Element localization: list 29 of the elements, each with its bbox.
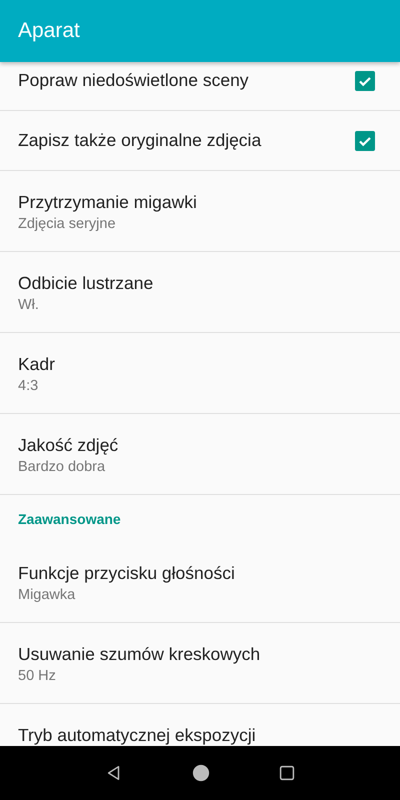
setting-summary: Wł. bbox=[18, 297, 40, 313]
category-header: Zaawansowane bbox=[18, 510, 121, 526]
home-icon[interactable] bbox=[192, 764, 210, 782]
recents-icon[interactable] bbox=[279, 765, 296, 781]
setting-title: Jakość zdjęć bbox=[18, 435, 120, 456]
preference-setting[interactable]: Kadr 4:3 bbox=[0, 333, 400, 414]
setting-summary: 50 Hz bbox=[18, 668, 57, 684]
setting-title: Przytrzymanie migawki bbox=[18, 192, 198, 213]
setting-title: Odbicie lustrzane bbox=[18, 273, 154, 294]
preference-setting[interactable]: Przytrzymanie migawki Zdjęcia seryjne bbox=[0, 171, 400, 252]
checkbox-setting[interactable]: Popraw niedoświetlone sceny bbox=[0, 62, 400, 111]
setting-summary: Zdjęcia seryjne bbox=[18, 216, 117, 232]
setting-title: Popraw niedoświetlone sceny bbox=[18, 70, 249, 91]
checkbox-setting[interactable]: Zapisz także oryginalne zdjęcia bbox=[0, 111, 400, 171]
app-title: Aparat bbox=[18, 19, 80, 43]
preference-setting[interactable]: Usuwanie szumów kreskowych 50 Hz bbox=[0, 623, 400, 704]
preference-setting[interactable]: Funkcje przycisku głośności Migawka bbox=[0, 542, 400, 623]
checkbox[interactable] bbox=[355, 130, 375, 150]
setting-summary: Bardzo dobra bbox=[18, 459, 106, 475]
setting-summary: 4:3 bbox=[18, 378, 40, 394]
setting-summary: Migawka bbox=[18, 587, 76, 603]
preference-setting[interactable]: Jakość zdjęć Bardzo dobra bbox=[0, 414, 400, 495]
setting-title: Funkcje przycisku głośności bbox=[18, 563, 236, 584]
setting-title: Usuwanie szumów kreskowych bbox=[18, 644, 262, 665]
setting-title: Tryb automatycznej ekspozycji bbox=[18, 725, 257, 746]
preference-setting[interactable]: Odbicie lustrzane Wł. bbox=[0, 252, 400, 333]
checkbox[interactable] bbox=[355, 70, 375, 90]
setting-title: Zapisz także oryginalne zdjęcia bbox=[18, 130, 262, 151]
setting-title: Kadr bbox=[18, 354, 56, 375]
